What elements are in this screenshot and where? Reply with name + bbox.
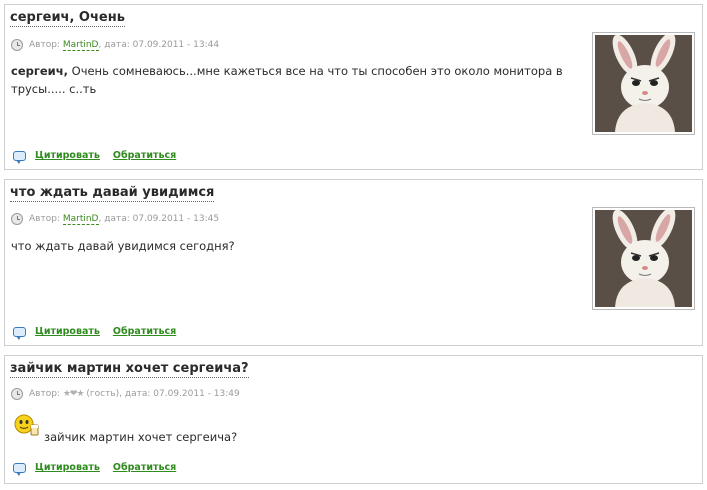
post-title[interactable]: что ждать давай увидимся [10,184,215,202]
post-meta: Автор: ★❤★ (гость) , дата: 07.09.2011 - … [11,388,240,400]
author-link[interactable]: MartinD [62,40,99,51]
post-date: 07.09.2011 - 13:45 [132,214,220,224]
post-text: что ждать давай увидимся сегодня? [11,239,235,253]
author-link[interactable]: MartinD [62,214,99,225]
beer-smiley-icon [14,414,39,436]
post-2: что ждать давай увидимся Автор: MartinD … [4,179,703,346]
post-text: сергеич, Очень сомневаюсь...мне кажеться… [11,62,571,98]
clock-icon [11,388,23,400]
post-1: сергеич, Очень Автор: MartinD , дата: 07… [4,4,703,170]
post-text: зайчик мартин хочет сергеича? [44,430,238,444]
clock-icon [11,39,23,51]
post-date: 07.09.2011 - 13:44 [132,40,220,50]
post-text-body: Очень сомневаюсь...мне кажеться все на ч… [11,64,563,96]
date-label: , дата: [119,389,151,399]
post-actions: Цитировать Обратиться [13,150,189,164]
guest-label: (гость) [86,389,120,399]
quote-button[interactable]: Цитировать [35,462,100,473]
avatar [592,32,695,135]
quote-button[interactable]: Цитировать [35,150,100,161]
reply-button[interactable]: Обратиться [113,150,176,161]
post-title[interactable]: сергеич, Очень [10,9,125,27]
date-label: , дата: [98,214,130,224]
comment-bubble-icon [13,326,26,340]
post-actions: Цитировать Обратиться [13,462,189,476]
guest-author-name: ★❤★ [62,389,85,399]
post-actions: Цитировать Обратиться [13,326,189,340]
author-label: Автор: [29,214,60,224]
comment-bubble-icon [13,150,26,164]
comment-bubble-icon [13,462,26,476]
rabbit-costume-avatar-icon [595,210,692,307]
reply-button[interactable]: Обратиться [113,326,176,337]
author-label: Автор: [29,40,60,50]
quote-button[interactable]: Цитировать [35,326,100,337]
post-date: 07.09.2011 - 13:49 [153,389,240,399]
post-title[interactable]: зайчик мартин хочет сергеича? [10,360,249,378]
author-label: Автор: [29,389,60,399]
post-meta: Автор: MartinD , дата: 07.09.2011 - 13:4… [11,213,219,225]
post-meta: Автор: MartinD , дата: 07.09.2011 - 13:4… [11,39,219,51]
reply-button[interactable]: Обратиться [113,462,176,473]
date-label: , дата: [98,40,130,50]
clock-icon [11,213,23,225]
post-3: зайчик мартин хочет сергеича? Автор: ★❤★… [4,355,703,484]
avatar [592,207,695,310]
rabbit-costume-avatar-icon [595,35,692,132]
post-text-bold: сергеич, [11,64,68,78]
